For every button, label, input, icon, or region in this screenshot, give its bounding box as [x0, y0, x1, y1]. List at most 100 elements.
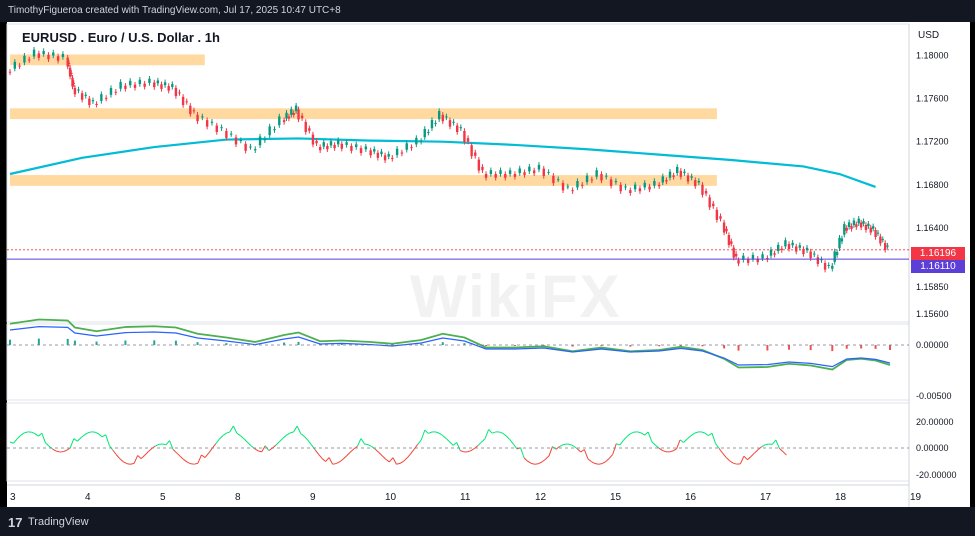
candle-body [333, 144, 336, 149]
candle-body [874, 230, 877, 237]
candle-body [638, 188, 642, 192]
time-tick-label: 15 [610, 492, 622, 503]
candle-body [437, 111, 441, 120]
time-tick-label: 16 [685, 492, 697, 503]
candle-body [864, 224, 868, 230]
candle-body [481, 166, 484, 171]
candle-body [813, 253, 816, 255]
candle-body [725, 228, 728, 232]
candle-body [445, 116, 448, 118]
candle-body [263, 139, 267, 141]
macd-histogram-bar [809, 345, 812, 351]
macd-histogram-bar [297, 341, 300, 345]
candle-body [282, 120, 286, 123]
candle-body [56, 56, 60, 61]
candle-body [73, 87, 77, 95]
candle-body [732, 247, 735, 258]
macd-histogram-bar [37, 338, 40, 345]
candle-body [153, 82, 156, 88]
candle-body [230, 133, 233, 135]
candle-body [391, 157, 394, 159]
candle-body [205, 120, 209, 127]
candle-body [857, 218, 860, 224]
candle-body [827, 265, 830, 266]
candle-body [672, 175, 675, 177]
candle-body [823, 263, 827, 270]
candle-body [876, 232, 880, 234]
macd-histogram-bar [66, 338, 69, 345]
time-tick-label: 10 [385, 492, 397, 503]
candle-body [318, 147, 322, 151]
candle-body [143, 83, 146, 87]
candle-body [855, 224, 858, 228]
candle-body [624, 186, 627, 188]
candle-body [737, 260, 740, 264]
candle-body [13, 61, 17, 69]
candle-body [167, 86, 170, 91]
candle-body [456, 125, 459, 132]
price-tick-label: 1.17600 [916, 94, 949, 104]
time-tick-label: 18 [835, 492, 847, 503]
candle-body [138, 79, 142, 85]
candle-body [690, 176, 693, 178]
candle-body [459, 127, 463, 129]
candle-body [400, 152, 404, 154]
time-tick-label: 19 [910, 492, 922, 503]
candle-body [847, 222, 851, 227]
candle-body [340, 143, 344, 149]
candle-body [484, 174, 488, 178]
candle-body [643, 182, 646, 188]
candle-body [254, 149, 257, 151]
candle-body [387, 154, 390, 157]
candle-body [311, 134, 315, 145]
candle-body [683, 171, 686, 174]
macd-histogram-bar [73, 340, 76, 345]
candle-body [124, 85, 127, 89]
macd-histogram-bar [845, 345, 848, 349]
candle-body [633, 184, 637, 190]
candle-body [466, 138, 470, 142]
candle-body [290, 109, 293, 115]
candle-body [508, 170, 512, 174]
candle-body [581, 184, 584, 186]
candle-body [100, 94, 103, 101]
candle-body [109, 88, 113, 95]
candle-body [373, 149, 376, 152]
candle-body [119, 81, 122, 89]
price-tick-label: 1.16800 [916, 180, 949, 190]
candle-body [590, 179, 594, 181]
credit-text: TimothyFigueroa created with TradingView… [8, 5, 341, 16]
candle-body [489, 170, 493, 174]
candle-body [258, 136, 262, 146]
macd-histogram-bar [340, 343, 343, 345]
macd-panel [6, 323, 910, 401]
price-tick-label: 1.18000 [916, 51, 949, 61]
candle-body [494, 174, 497, 178]
candle-body [304, 121, 307, 132]
macd-histogram-bar [174, 340, 177, 345]
candle-body [746, 259, 750, 263]
oscillator-tick-label: -20.00000 [916, 470, 957, 480]
candle-body [845, 227, 848, 231]
time-tick-label: 8 [235, 492, 241, 503]
candle-body [547, 172, 550, 174]
candle-body [871, 226, 875, 229]
candle-body [297, 109, 300, 120]
time-tick-label: 3 [10, 492, 16, 503]
candle-body [383, 155, 387, 161]
candle-body [234, 137, 238, 145]
candle-body [430, 119, 434, 129]
time-tick-label: 12 [535, 492, 547, 503]
candle-body [88, 98, 91, 106]
candle-body [676, 167, 679, 174]
time-tick-label: 11 [460, 492, 471, 503]
candle-body [278, 116, 281, 126]
macd-histogram-bar [766, 345, 769, 351]
candle-body [679, 170, 683, 177]
candle-body [883, 242, 887, 250]
macd-histogram-bar [737, 345, 740, 351]
candle-body [556, 179, 560, 181]
candle-body [174, 87, 178, 97]
candle-body [809, 251, 812, 259]
candle-body [376, 152, 380, 158]
